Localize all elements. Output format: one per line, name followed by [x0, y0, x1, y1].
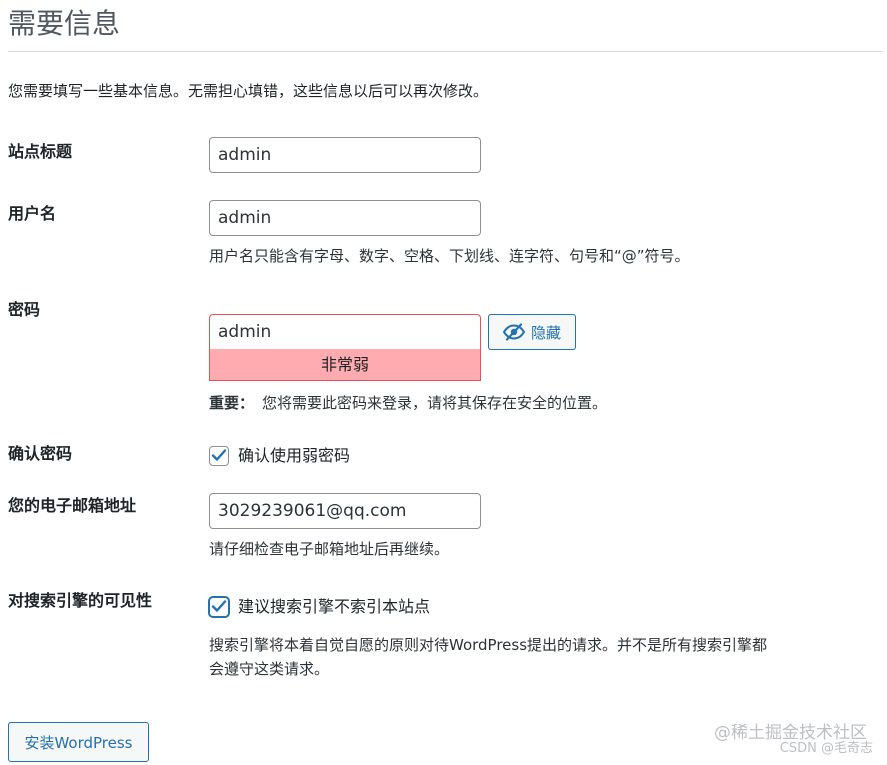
install-wordpress-button[interactable]: 安装WordPress — [8, 722, 149, 762]
watermark-csdn: CSDN @毛奇志 — [779, 741, 873, 756]
site-title-input[interactable] — [209, 137, 481, 173]
username-label: 用户名 — [8, 204, 57, 223]
hide-password-button[interactable]: 隐藏 — [488, 314, 576, 350]
password-strength-indicator: 非常弱 — [209, 349, 481, 381]
password-input[interactable] — [209, 314, 481, 350]
search-visibility-hint-line1: 搜索引擎将本着自觉自愿的原则对待WordPress提出的请求。并不是所有搜索引擎… — [209, 636, 768, 654]
search-visibility-label: 对搜索引擎的可见性 — [8, 591, 153, 610]
checkmark-icon — [211, 598, 227, 617]
search-visibility-hint-line2: 会遵守这类请求。 — [209, 660, 330, 678]
password-note-strong: 重要： — [209, 394, 255, 412]
email-input[interactable] — [209, 493, 481, 529]
discourage-search-engines-checkbox[interactable] — [209, 597, 229, 617]
discourage-search-engines-label[interactable]: 建议搜索引擎不索引本站点 — [238, 596, 430, 618]
confirm-weak-password-checkbox[interactable] — [209, 446, 229, 466]
site-title-label: 站点标题 — [8, 142, 73, 161]
hide-button-label: 隐藏 — [530, 323, 561, 342]
confirm-password-label: 确认密码 — [8, 444, 73, 463]
title-divider — [8, 51, 883, 52]
intro-text: 您需要填写一些基本信息。无需担心填错，这些信息以后可以再次修改。 — [8, 82, 489, 100]
email-hint: 请仔细检查电子邮箱地址后再继续。 — [209, 540, 450, 558]
username-input[interactable] — [209, 200, 481, 236]
confirm-weak-password-label[interactable]: 确认使用弱密码 — [238, 445, 350, 467]
checkmark-icon — [211, 447, 227, 466]
password-label: 密码 — [8, 300, 41, 319]
eye-slash-icon — [502, 323, 525, 341]
page-title: 需要信息 — [8, 7, 121, 40]
password-note-text: 您将需要此密码来登录，请将其保存在安全的位置。 — [262, 394, 608, 412]
password-note: 重要： 您将需要此密码来登录，请将其保存在安全的位置。 — [209, 391, 607, 415]
email-label: 您的电子邮箱地址 — [8, 496, 137, 515]
username-hint: 用户名只能含有字母、数字、空格、下划线、连字符、句号和“@”符号。 — [209, 247, 690, 265]
